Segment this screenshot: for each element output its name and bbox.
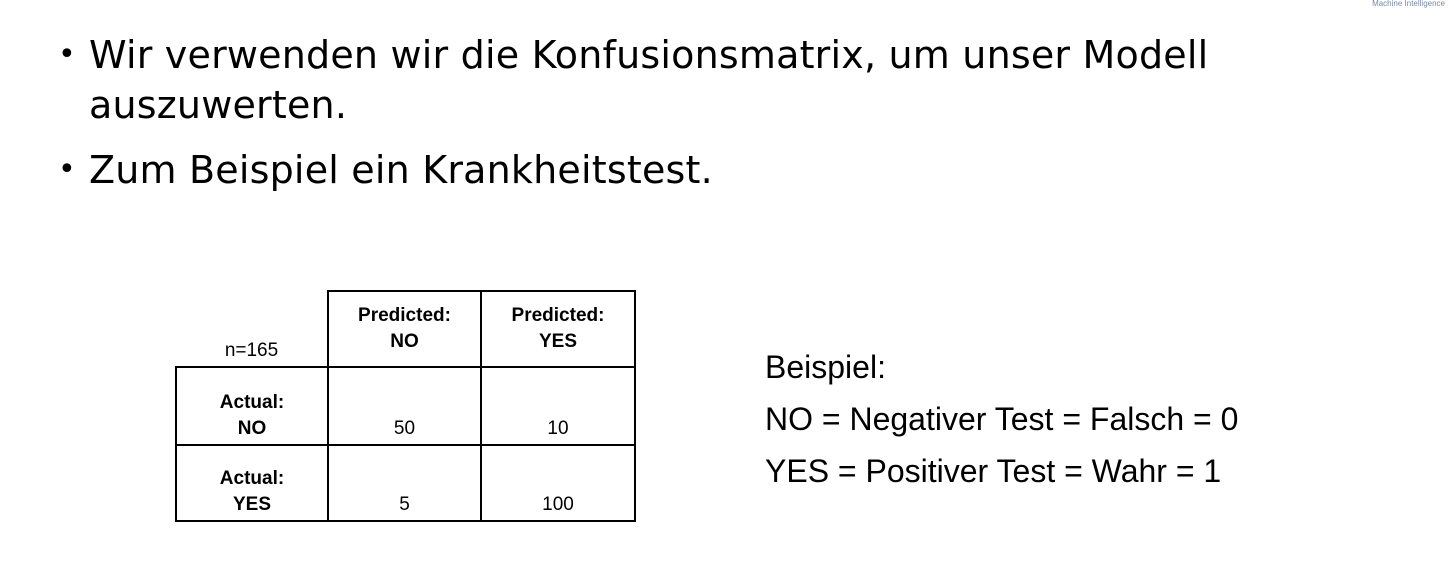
matrix-cell-true-positive: 100	[480, 444, 636, 522]
confusion-matrix: n=165 Predicted: NO Predicted: YES Actua…	[175, 290, 636, 522]
bullet-text-line: auszuwerten.	[89, 83, 348, 127]
matrix-col-header-yes: Predicted: YES	[480, 290, 636, 368]
matrix-header-row: n=165 Predicted: NO Predicted: YES	[176, 290, 636, 368]
header-value: NO	[390, 331, 419, 352]
bullet-list: • Wir verwenden wir die Konfusionsmatrix…	[58, 30, 1358, 195]
legend-line-no: NO = Negativer Test = Falsch = 0	[765, 401, 1239, 437]
bullet-dot-icon: •	[58, 152, 76, 187]
matrix-row-header-yes: Actual: YES	[175, 444, 329, 522]
matrix-row-actual-no: Actual: NO 50 10	[175, 366, 636, 446]
corner-watermark: Machine Intelligence	[1372, 0, 1445, 8]
header-value: YES	[232, 494, 272, 515]
matrix-cell-true-negative: 50	[327, 366, 482, 446]
header-label: Predicted:	[511, 305, 605, 326]
matrix-row-header-no: Actual: NO	[175, 366, 329, 446]
example-legend: Beispiel: NO = Negativer Test = Falsch =…	[765, 341, 1238, 497]
header-value: NO	[237, 418, 267, 439]
bullet-item: • Zum Beispiel ein Krankheitstest.	[58, 145, 1358, 195]
header-label: Actual:	[219, 392, 285, 413]
bullet-dot-icon: •	[58, 37, 76, 72]
matrix-cell-false-positive: 10	[480, 366, 636, 446]
header-label: Actual:	[219, 468, 285, 489]
legend-line-yes: YES = Positiver Test = Wahr = 1	[765, 453, 1222, 489]
header-value: YES	[538, 331, 578, 352]
bullet-text-line: Zum Beispiel ein Krankheitstest.	[89, 148, 713, 192]
matrix-col-header-no: Predicted: NO	[327, 290, 482, 368]
header-label: Predicted:	[358, 305, 451, 326]
matrix-row-actual-yes: Actual: YES 5 100	[175, 444, 636, 522]
bullet-item: • Wir verwenden wir die Konfusionsmatrix…	[58, 30, 1358, 130]
matrix-cell-false-negative: 5	[327, 444, 482, 522]
matrix-sample-size: n=165	[176, 291, 329, 367]
bullet-text-line: Wir verwenden wir die Konfusionsmatrix, …	[89, 33, 1209, 77]
legend-title: Beispiel:	[765, 349, 886, 385]
